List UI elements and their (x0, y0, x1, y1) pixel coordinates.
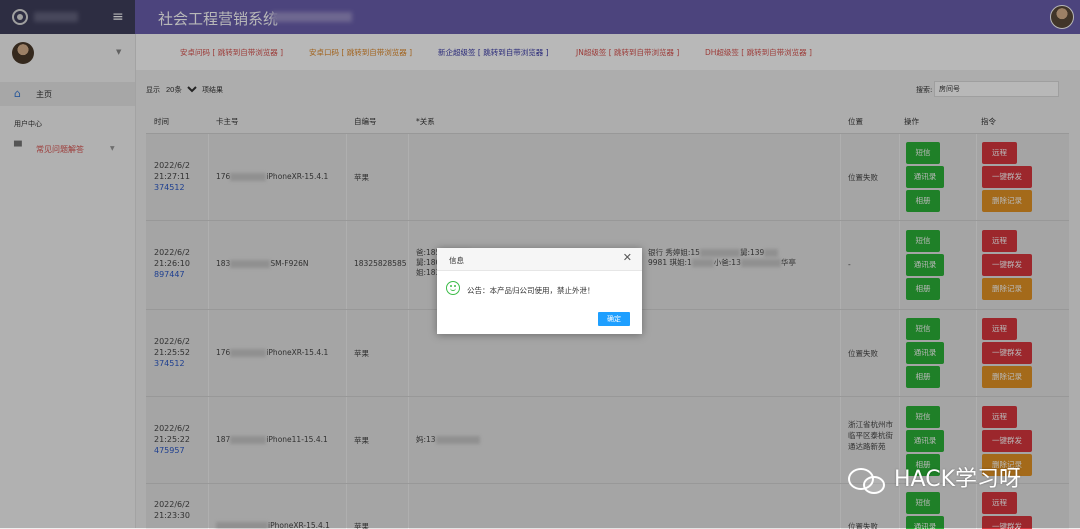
smile-icon (446, 281, 460, 295)
ok-button[interactable]: 确定 (598, 312, 630, 326)
close-icon[interactable]: ✕ (623, 252, 632, 263)
dialog-title: 信息 (449, 256, 464, 265)
dialog-message: 公告：本产品归公司使用，禁止外泄！ (467, 286, 595, 295)
watermark-text: HACK学习呀 (894, 467, 1021, 492)
watermark: HACK学习呀 (848, 466, 1048, 496)
notice-dialog: 信息 ✕ 公告：本产品归公司使用，禁止外泄！ 确定 (437, 248, 642, 334)
dialog-header: 信息 ✕ (437, 248, 642, 271)
